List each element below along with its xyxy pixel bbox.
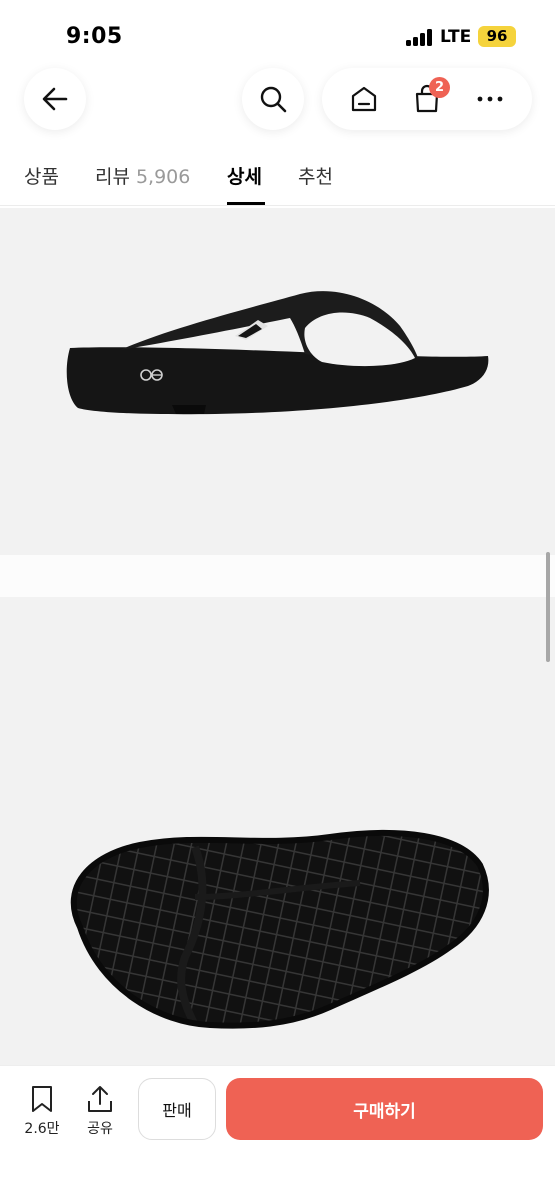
tab-review-label: 리뷰 [95, 166, 130, 188]
buy-button[interactable]: 구매하기 [226, 1078, 543, 1140]
search-icon [260, 86, 287, 113]
nav-actions: 2 [322, 68, 532, 130]
cart-button[interactable]: 2 [399, 71, 455, 127]
active-tab-indicator [227, 202, 265, 205]
sandal-side-image [66, 291, 489, 415]
bookmark-button[interactable]: 2.6만 [16, 1084, 68, 1138]
home-icon [351, 86, 376, 112]
scrollbar[interactable] [546, 552, 550, 662]
product-image-side [0, 208, 555, 555]
tab-bar: 상품 리뷰 5,906 상세 추천 [0, 148, 555, 206]
image-gap [0, 555, 555, 597]
more-button[interactable] [462, 71, 518, 127]
bottom-action-bar: 2.6만 공유 판매 구매하기 [0, 1065, 555, 1200]
battery-indicator: 96 [478, 26, 516, 47]
share-icon [88, 1086, 112, 1112]
share-button[interactable]: 공유 [74, 1084, 126, 1138]
search-button[interactable] [242, 68, 304, 130]
network-label: LTE [440, 27, 472, 47]
tab-review[interactable]: 리뷰 5,906 [95, 162, 190, 189]
status-bar: 9:05 LTE 96 [0, 0, 555, 66]
bookmark-icon [32, 1086, 52, 1112]
home-button[interactable] [336, 71, 392, 127]
tab-product[interactable]: 상품 [24, 162, 59, 189]
sandal-sole-image [70, 829, 489, 1029]
cart-badge: 2 [428, 77, 450, 98]
tab-recommend[interactable]: 추천 [298, 162, 333, 189]
product-image-sole [0, 597, 555, 1065]
back-arrow-icon [42, 87, 68, 111]
status-time: 9:05 [66, 24, 123, 49]
bookmark-count: 2.6만 [24, 1121, 60, 1137]
more-dots-icon [477, 96, 503, 102]
sell-button[interactable]: 판매 [138, 1078, 216, 1140]
share-label: 공유 [87, 1121, 113, 1137]
tab-detail[interactable]: 상세 [227, 162, 262, 189]
review-count: 5,906 [135, 166, 191, 188]
signal-icon [406, 29, 432, 46]
back-button[interactable] [24, 68, 86, 130]
